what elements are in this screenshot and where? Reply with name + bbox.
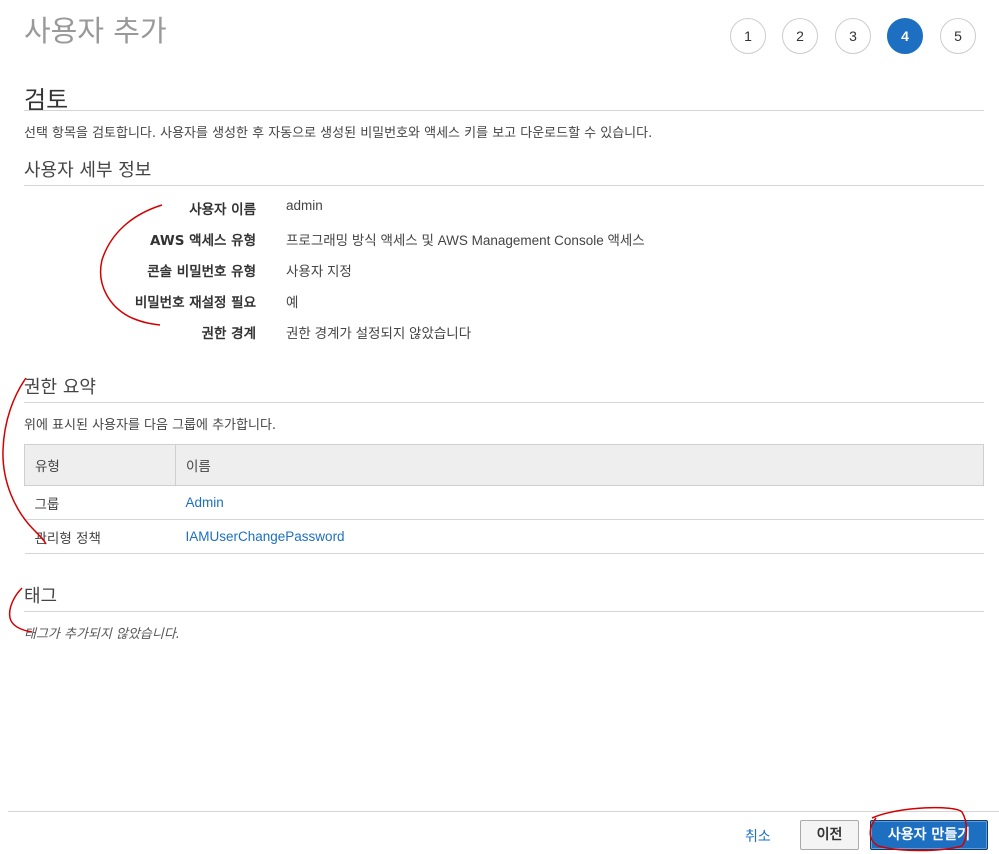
tags-divider: [24, 611, 984, 612]
tags-empty-message: 태그가 추가되지 않았습니다.: [24, 627, 180, 642]
cancel-button[interactable]: 취소: [745, 826, 771, 846]
table-row: 관리형 정책 IAMUserChangePassword: [24, 519, 984, 554]
step-1[interactable]: 1: [730, 18, 766, 54]
group-link-admin[interactable]: Admin: [186, 495, 224, 510]
step-5: 5: [940, 18, 976, 54]
create-user-button[interactable]: 사용자 만들기: [870, 820, 988, 850]
detail-row-console-password: 콘솔 비밀번호 유형 사용자 지정: [24, 260, 724, 284]
policy-link-iamuserchangepassword[interactable]: IAMUserChangePassword: [186, 529, 345, 544]
detail-value: 프로그래밍 방식 액세스 및 AWS Management Console 액세…: [286, 233, 645, 248]
previous-button[interactable]: 이전: [800, 820, 859, 850]
column-header-type[interactable]: 유형: [24, 444, 176, 486]
step-4-current: 4: [887, 18, 923, 54]
permissions-description: 위에 표시된 사용자를 다음 그룹에 추가합니다.: [24, 418, 277, 433]
permissions-heading: 권한 요약: [24, 377, 96, 398]
table-header-row: 유형 이름: [24, 444, 984, 486]
detail-label: 콘솔 비밀번호 유형: [147, 264, 256, 280]
detail-value: admin: [286, 198, 323, 213]
review-description: 선택 항목을 검토합니다. 사용자를 생성한 후 자동으로 생성된 비밀번호와 …: [24, 126, 653, 141]
user-details-divider: [24, 185, 984, 186]
tags-heading: 태그: [24, 586, 58, 607]
table-row: 그룹 Admin: [24, 485, 984, 520]
footer-divider: [8, 811, 999, 812]
detail-label: 비밀번호 재설정 필요: [134, 295, 256, 311]
cell-name: IAMUserChangePassword: [175, 519, 984, 554]
step-3[interactable]: 3: [835, 18, 871, 54]
detail-row-password-reset: 비밀번호 재설정 필요 예: [24, 291, 724, 315]
review-divider: [24, 110, 984, 111]
detail-label: 사용자 이름: [189, 202, 256, 218]
page-title: 사용자 추가: [24, 14, 167, 48]
cell-type: 그룹: [24, 485, 176, 520]
detail-row-access-type: AWS 액세스 유형 프로그래밍 방식 액세스 및 AWS Management…: [24, 229, 724, 253]
step-2[interactable]: 2: [782, 18, 818, 54]
cell-type: 관리형 정책: [24, 519, 176, 554]
detail-label: AWS 액세스 유형: [150, 233, 256, 249]
detail-value: 권한 경계가 설정되지 않았습니다: [286, 326, 472, 341]
permissions-table: 유형 이름 그룹 Admin 관리형 정책 IAMUserChangePassw…: [24, 444, 984, 554]
user-details-heading: 사용자 세부 정보: [24, 160, 152, 181]
detail-row-username: 사용자 이름 admin: [24, 198, 724, 222]
cell-name: Admin: [175, 485, 984, 520]
permissions-divider: [24, 402, 984, 403]
column-header-name[interactable]: 이름: [175, 444, 984, 486]
detail-row-permission-boundary: 권한 경계 권한 경계가 설정되지 않았습니다: [24, 322, 724, 346]
detail-value: 사용자 지정: [286, 264, 352, 279]
detail-label: 권한 경계: [201, 326, 256, 342]
detail-value: 예: [286, 295, 299, 310]
